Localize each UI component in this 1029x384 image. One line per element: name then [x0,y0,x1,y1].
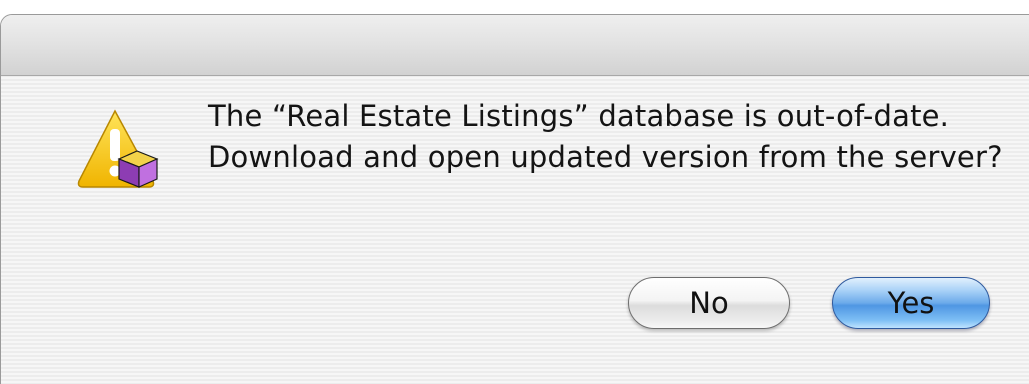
database-cube-icon [117,150,159,188]
caution-alert-icon [75,107,161,193]
dialog-titlebar[interactable] [1,15,1029,76]
yes-button[interactable]: Yes [832,277,990,329]
alert-message: The “Real Estate Listings” database is o… [208,99,1003,174]
no-button[interactable]: No [628,277,790,329]
